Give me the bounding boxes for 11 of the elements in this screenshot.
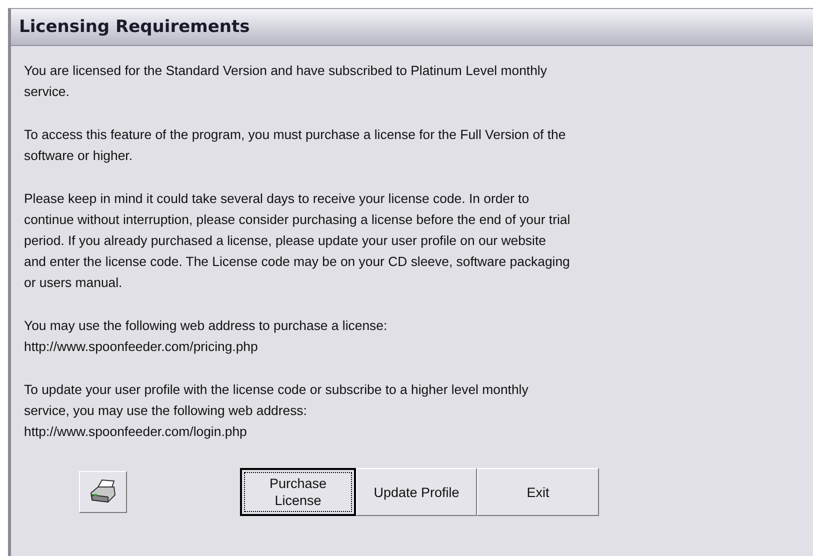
window-title: Licensing Requirements bbox=[11, 9, 813, 46]
message-text: To update your user profile with the license code or subscribe to a higher level monthly service, you may use the following web address: http://www.spoonfeeder.com/login.php bbox=[24, 381, 530, 441]
message-text: To access this feature of the program, you must purchase a license for the Full Version of the software or higher. bbox=[24, 126, 567, 165]
message-text: You are licensed for the Standard Version and have subscribed to Platinum Level monthly service. bbox=[24, 62, 548, 101]
message-text: You may use the following web address to purchase a license: http://www.spoonfeeder.com/pricing.php bbox=[24, 317, 388, 356]
dialog-button[interactable]: Exit bbox=[477, 468, 599, 516]
print-button[interactable] bbox=[79, 471, 127, 513]
dialog-button[interactable]: Purchase License bbox=[240, 468, 356, 516]
printer-icon bbox=[88, 479, 118, 505]
message-text: Please keep in mind it could take several days to receive your license code. In order to continue without interruption, please consider purchasing a license before the end of your trial period. If you already purchased a license, please update your user profile on our website and enter the license code. The License code may be on your CD sleeve, software packaging or users manual. bbox=[24, 190, 572, 292]
dialog-button[interactable]: Update Profile bbox=[356, 468, 477, 516]
